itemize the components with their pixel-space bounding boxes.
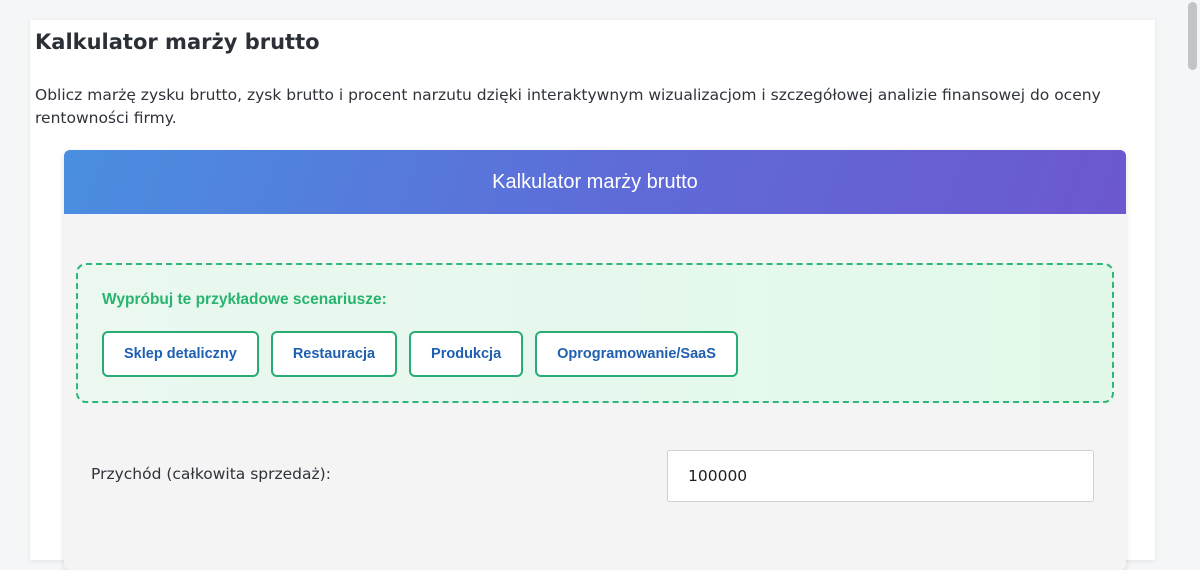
scenario-heading: Wypróbuj te przykładowe scenariusze: xyxy=(102,291,387,308)
scrollbar-thumb[interactable] xyxy=(1188,2,1197,70)
revenue-input[interactable] xyxy=(667,450,1094,502)
scenario-panel: Wypróbuj te przykładowe scenariusze: Skl… xyxy=(76,263,1114,403)
scenario-button-restaurant[interactable]: Restauracja xyxy=(270,331,398,377)
calculator-title: Kalkulator marży brutto xyxy=(492,170,698,193)
scenario-button-retail[interactable]: Sklep detaliczny xyxy=(102,331,259,377)
page-scrollbar[interactable] xyxy=(1185,0,1200,543)
page-container: Kalkulator marży brutto Oblicz marżę zys… xyxy=(30,20,1155,570)
scenario-button-group: Sklep detaliczny Restauracja Produkcja O… xyxy=(102,331,738,377)
page-description: Oblicz marżę zysku brutto, zysk brutto i… xyxy=(35,86,1101,127)
page-title: Kalkulator marży brutto xyxy=(35,30,320,54)
calculator-card: Kalkulator marży brutto Wypróbuj te przy… xyxy=(64,150,1126,570)
scenario-button-manufacturing[interactable]: Produkcja xyxy=(409,331,524,377)
revenue-label: Przychód (całkowita sprzedaż): xyxy=(91,465,331,483)
scenario-button-software-saas[interactable]: Oprogramowanie/SaaS xyxy=(535,331,738,377)
calculator-header: Kalkulator marży brutto xyxy=(64,150,1126,214)
